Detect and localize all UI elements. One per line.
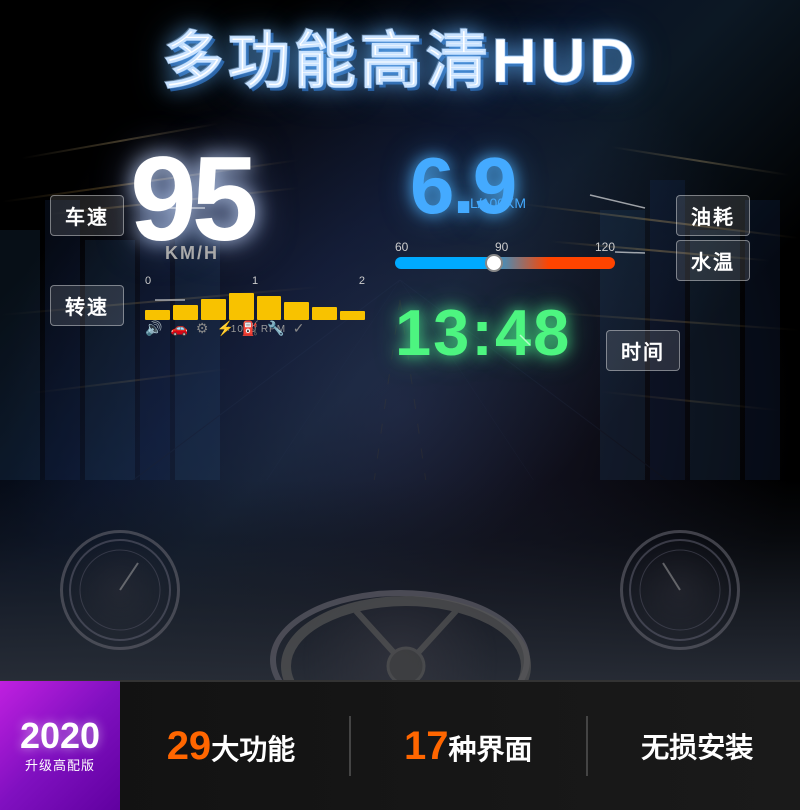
- label-time: 时间: [606, 330, 680, 371]
- warning-icons: 🔊 🚗 ⚙ ⚡ ⛽ 🔧 ✓: [145, 320, 304, 337]
- rpm-bars: [145, 290, 365, 320]
- badge-subtitle: 升级高配版: [25, 758, 95, 775]
- feature2-number: 17: [404, 724, 449, 768]
- rpm-bar-8: [340, 311, 365, 320]
- temp-indicator: [485, 254, 503, 272]
- rpm-mark-0: 0: [145, 275, 151, 287]
- rpm-bar-2: [173, 305, 198, 320]
- bottom-banner: 2020 升级高配版 29大功能 17种界面 无损安装: [0, 680, 800, 810]
- feature3-text: 无损安装: [641, 732, 753, 763]
- engine-icon: ⚙: [196, 320, 209, 337]
- rpm-mark-1: 1: [252, 275, 258, 287]
- temp-mark-3: 120: [595, 240, 615, 254]
- rpm-scale: 0 1 2: [145, 275, 365, 287]
- rpm-bar-5: [257, 296, 282, 320]
- belt-icon: 🔧: [267, 320, 284, 337]
- fuel-display: 6.9: [410, 140, 515, 232]
- temp-scale: 60 90 120: [395, 240, 615, 254]
- rpm-bar-1: [145, 310, 170, 321]
- label-speed: 车速: [50, 195, 124, 236]
- feature2-text: 种界面: [448, 734, 532, 765]
- label-fuel: 油耗: [676, 195, 750, 236]
- feature-3: 无损安装: [641, 726, 753, 766]
- temp-mark-2: 90: [495, 240, 508, 254]
- feature1-number: 29: [167, 724, 212, 768]
- speed-unit: KM/H: [165, 243, 219, 264]
- time-display: 13:48: [395, 295, 571, 370]
- fuel-icon: ⛽: [242, 320, 259, 337]
- dash-speedometer: [60, 530, 180, 650]
- app-container: 多功能高清HUD 95 KM/H 6.9 L/100KM 60 90 120 1…: [0, 0, 800, 810]
- title-area: 多功能高清HUD: [0, 10, 800, 100]
- temp-gauge: 60 90 120: [395, 240, 615, 269]
- warn-icon-1: ⚡: [216, 320, 233, 337]
- hud-section: 多功能高清HUD 95 KM/H 6.9 L/100KM 60 90 120 1…: [0, 0, 800, 680]
- feature1-text: 大功能: [211, 734, 295, 765]
- feature-2: 17种界面: [404, 724, 533, 769]
- rpm-mark-2: 2: [359, 275, 365, 287]
- label-temp: 水温: [676, 240, 750, 281]
- year-label: 2020: [20, 718, 100, 754]
- feature-1: 29大功能: [167, 724, 296, 769]
- fuel-unit: L/100KM: [470, 195, 526, 211]
- dash-tachometer: [620, 530, 740, 650]
- temp-mark-1: 60: [395, 240, 408, 254]
- year-badge: 2020 升级高配版: [0, 681, 120, 810]
- vol-icon: 🔊: [145, 320, 162, 337]
- main-title: 多功能高清HUD: [162, 27, 638, 96]
- door-icon: 🚗: [170, 320, 187, 337]
- divider-1: [349, 716, 351, 776]
- rpm-bar-6: [284, 302, 309, 320]
- temp-bar: [395, 257, 615, 269]
- rpm-bar-4: [229, 293, 254, 320]
- steering-area: [250, 530, 550, 680]
- label-rpm: 转速: [50, 285, 124, 326]
- features-area: 29大功能 17种界面 无损安装: [120, 716, 800, 776]
- check-icon: ✓: [293, 320, 305, 337]
- divider-2: [586, 716, 588, 776]
- rpm-bar-7: [312, 307, 337, 321]
- steering-wheel: [270, 590, 530, 680]
- rpm-bar-3: [201, 299, 226, 320]
